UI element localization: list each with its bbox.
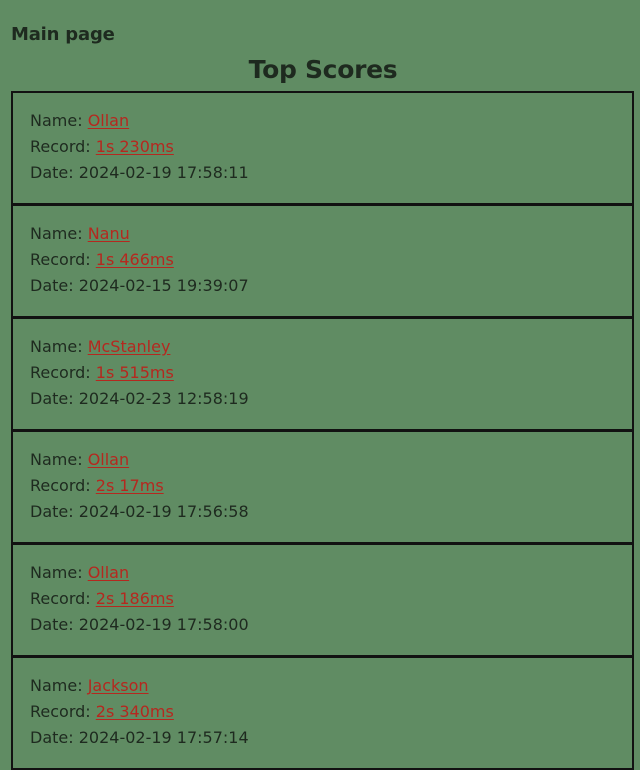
player-name-link[interactable]: Ollan xyxy=(88,450,129,469)
record-link[interactable]: 1s 515ms xyxy=(96,363,174,382)
score-card: Name: McStanley Record: 1s 515ms Date: 2… xyxy=(11,317,634,431)
score-card: Name: Ollan Record: 1s 230ms Date: 2024-… xyxy=(11,91,634,205)
player-name-link[interactable]: Ollan xyxy=(88,563,129,582)
name-label: Name: xyxy=(30,563,83,582)
date-label: Date: xyxy=(30,389,74,408)
score-record-row: Record: 2s 186ms xyxy=(30,589,632,615)
date-label: Date: xyxy=(30,276,74,295)
record-link[interactable]: 2s 186ms xyxy=(96,589,174,608)
record-label: Record: xyxy=(30,476,91,495)
score-card: Name: Jackson Record: 2s 340ms Date: 202… xyxy=(11,656,634,770)
name-label: Name: xyxy=(30,337,83,356)
record-link[interactable]: 1s 230ms xyxy=(96,137,174,156)
name-label: Name: xyxy=(30,676,83,695)
date-label: Date: xyxy=(30,615,74,634)
date-label: Date: xyxy=(30,728,74,747)
player-name-link[interactable]: Ollan xyxy=(88,111,129,130)
score-record-row: Record: 1s 466ms xyxy=(30,250,632,276)
score-date-row: Date: 2024-02-19 17:58:11 xyxy=(30,163,632,189)
record-link[interactable]: 2s 340ms xyxy=(96,702,174,721)
date-value: 2024-02-19 17:56:58 xyxy=(78,502,249,521)
date-value: 2024-02-19 17:58:11 xyxy=(78,163,249,182)
score-date-row: Date: 2024-02-19 17:58:00 xyxy=(30,615,632,641)
score-card: Name: Ollan Record: 2s 17ms Date: 2024-0… xyxy=(11,430,634,544)
date-value: 2024-02-19 17:58:00 xyxy=(78,615,249,634)
score-name-row: Name: Jackson xyxy=(30,676,632,702)
score-record-row: Record: 2s 340ms xyxy=(30,702,632,728)
name-label: Name: xyxy=(30,450,83,469)
player-name-link[interactable]: Jackson xyxy=(88,676,149,695)
score-card: Name: Nanu Record: 1s 466ms Date: 2024-0… xyxy=(11,204,634,318)
record-label: Record: xyxy=(30,137,91,156)
score-name-row: Name: McStanley xyxy=(30,337,632,363)
score-name-row: Name: Ollan xyxy=(30,111,632,137)
date-value: 2024-02-15 19:39:07 xyxy=(78,276,249,295)
record-label: Record: xyxy=(30,363,91,382)
page-title: Top Scores xyxy=(248,55,398,84)
date-label: Date: xyxy=(30,163,74,182)
score-date-row: Date: 2024-02-15 19:39:07 xyxy=(30,276,632,302)
score-card: Name: Ollan Record: 2s 186ms Date: 2024-… xyxy=(11,543,634,657)
player-name-link[interactable]: McStanley xyxy=(88,337,171,356)
score-name-row: Name: Nanu xyxy=(30,224,632,250)
record-label: Record: xyxy=(30,250,91,269)
score-record-row: Record: 1s 230ms xyxy=(30,137,632,163)
name-label: Name: xyxy=(30,224,83,243)
record-label: Record: xyxy=(30,702,91,721)
score-date-row: Date: 2024-02-19 17:56:58 xyxy=(30,502,632,528)
main-page-link[interactable]: Main page xyxy=(11,24,115,45)
score-date-row: Date: 2024-02-23 12:58:19 xyxy=(30,389,632,415)
record-label: Record: xyxy=(30,589,91,608)
date-value: 2024-02-23 12:58:19 xyxy=(78,389,249,408)
score-date-row: Date: 2024-02-19 17:57:14 xyxy=(30,728,632,754)
player-name-link[interactable]: Nanu xyxy=(88,224,130,243)
name-label: Name: xyxy=(30,111,83,130)
record-link[interactable]: 1s 466ms xyxy=(96,250,174,269)
record-link[interactable]: 2s 17ms xyxy=(96,476,164,495)
score-name-row: Name: Ollan xyxy=(30,563,632,589)
score-name-row: Name: Ollan xyxy=(30,450,632,476)
score-record-row: Record: 2s 17ms xyxy=(30,476,632,502)
score-record-row: Record: 1s 515ms xyxy=(30,363,632,389)
score-list: Name: Ollan Record: 1s 230ms Date: 2024-… xyxy=(11,91,634,770)
date-value: 2024-02-19 17:57:14 xyxy=(78,728,249,747)
date-label: Date: xyxy=(30,502,74,521)
